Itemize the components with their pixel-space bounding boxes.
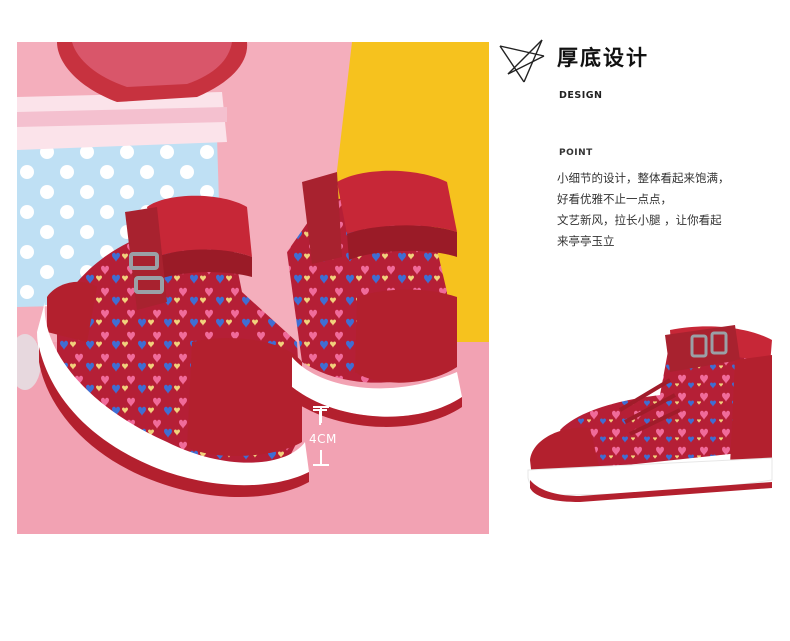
section-title: 厚底设计 [557, 46, 649, 70]
section-subtitle: DESIGN [559, 90, 603, 101]
description-line: 文艺新风，拉长小腿 ，让你看起 [557, 213, 722, 227]
point-label: POINT [559, 148, 593, 158]
description-line: 来亭亭玉立 [557, 234, 615, 248]
feature-description: 小细节的设计，整体看起来饱满， 好看优雅不止一点点， 文艺新风，拉长小腿 ，让你… [557, 168, 757, 252]
shoe-side-view [527, 325, 773, 502]
star-sketch-icon [499, 39, 545, 83]
description-line: 好看优雅不止一点点， [557, 192, 672, 206]
height-label: 4CM [309, 432, 337, 446]
description-line: 小细节的设计，整体看起来饱满， [557, 171, 730, 185]
product-photo [17, 42, 489, 534]
